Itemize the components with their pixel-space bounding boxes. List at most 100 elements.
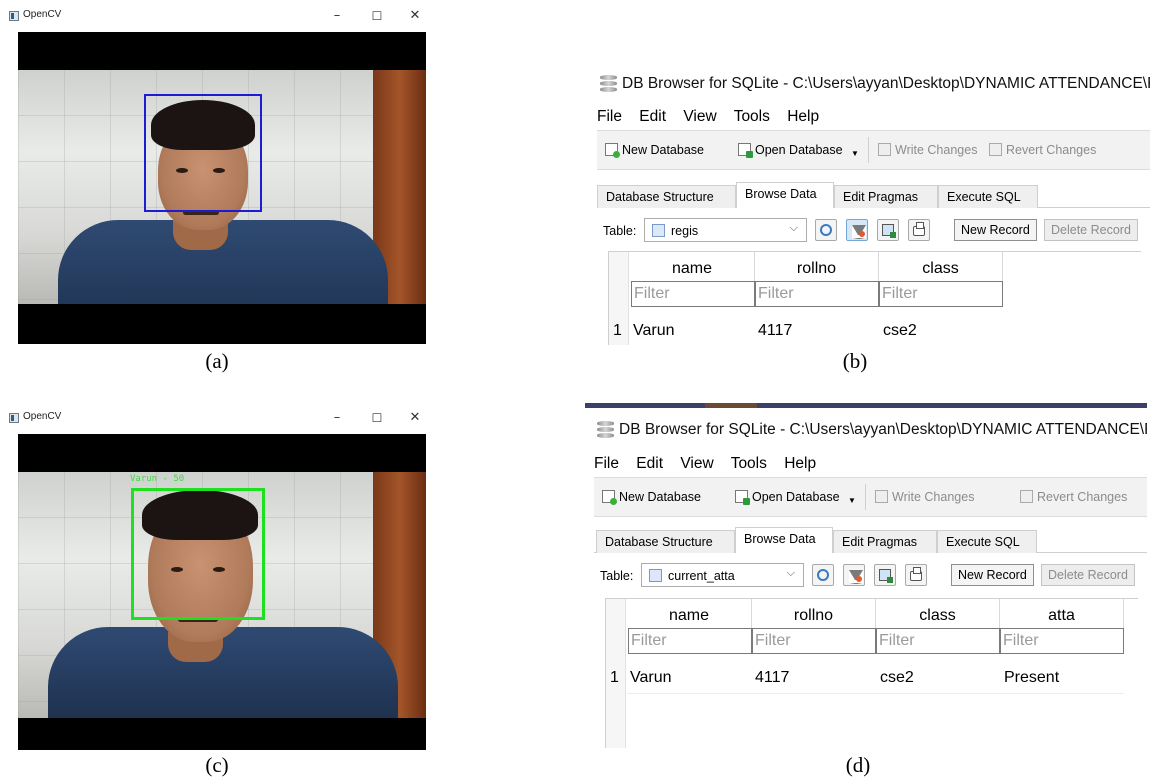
data-grid: name rollno class atta Filter Filter Fil… xyxy=(605,598,1138,748)
filter-clear-icon xyxy=(849,570,863,584)
filter-input[interactable]: Filter xyxy=(752,628,876,654)
write-changes-button[interactable]: Write Changes xyxy=(875,490,974,504)
menu-file[interactable]: File xyxy=(597,108,622,125)
row-number[interactable]: 1 xyxy=(613,322,622,340)
menu-edit[interactable]: Edit xyxy=(636,455,663,472)
open-database-icon xyxy=(738,143,753,158)
print-button[interactable] xyxy=(905,564,927,586)
table-label: Table: xyxy=(600,569,634,583)
maximize-icon[interactable]: ☐ xyxy=(367,6,387,26)
export-button[interactable] xyxy=(874,564,896,586)
menu-view[interactable]: View xyxy=(680,455,713,472)
filter-input[interactable]: Filter xyxy=(755,281,879,307)
tab-browse-data[interactable]: Browse Data xyxy=(736,182,834,208)
menu-help[interactable]: Help xyxy=(784,455,816,472)
open-database-button[interactable]: Open Database xyxy=(735,490,840,505)
table-label: Table: xyxy=(603,224,637,238)
new-database-button[interactable]: New Database xyxy=(605,143,704,158)
filter-input[interactable]: Filter xyxy=(876,628,1000,654)
close-icon[interactable]: ✕ xyxy=(405,408,425,428)
write-changes-button[interactable]: Write Changes xyxy=(878,143,977,157)
tab-database-structure[interactable]: Database Structure xyxy=(596,530,735,553)
tab-execute-sql[interactable]: Execute SQL xyxy=(938,185,1038,208)
filter-input[interactable]: Filter xyxy=(628,628,752,654)
menu-view[interactable]: View xyxy=(683,108,716,125)
open-database-dropdown-icon[interactable]: ▼ xyxy=(848,496,856,505)
tab-edit-pragmas[interactable]: Edit Pragmas xyxy=(834,185,938,208)
write-changes-label: Write Changes xyxy=(895,143,978,157)
column-header[interactable]: class xyxy=(879,252,1003,282)
print-button[interactable] xyxy=(908,219,930,241)
opencv-app-icon xyxy=(9,413,19,423)
clear-filters-button[interactable] xyxy=(843,564,865,586)
refresh-button[interactable] xyxy=(815,219,837,241)
open-database-dropdown-icon[interactable]: ▼ xyxy=(851,149,859,158)
menu-tools[interactable]: Tools xyxy=(734,108,770,125)
column-header[interactable]: rollno xyxy=(752,599,876,629)
window-titlebar[interactable]: OpenCV – ☐ ✕ xyxy=(9,0,427,30)
table-cell[interactable]: 4117 xyxy=(755,669,789,687)
column-header[interactable]: name xyxy=(627,599,752,629)
tab-browse-data[interactable]: Browse Data xyxy=(735,527,833,553)
new-record-button[interactable]: New Record xyxy=(954,219,1037,241)
table-cell[interactable]: cse2 xyxy=(883,322,917,340)
open-database-icon xyxy=(735,490,750,505)
toolbar: New Database Open Database ▼ Write Chang… xyxy=(594,477,1147,517)
delete-record-button[interactable]: Delete Record xyxy=(1041,564,1135,586)
window-title: OpenCV xyxy=(23,411,62,422)
column-header[interactable]: class xyxy=(876,599,1000,629)
clear-filters-button[interactable] xyxy=(846,219,868,241)
table-cell[interactable]: cse2 xyxy=(880,669,914,687)
column-header[interactable]: atta xyxy=(1000,599,1124,629)
database-icon xyxy=(597,421,614,438)
menu-file[interactable]: File xyxy=(594,455,619,472)
tab-database-structure[interactable]: Database Structure xyxy=(597,185,736,208)
tab-edit-pragmas[interactable]: Edit Pragmas xyxy=(833,530,937,553)
revert-changes-label: Revert Changes xyxy=(1006,143,1097,157)
menu-edit[interactable]: Edit xyxy=(639,108,666,125)
table-cell[interactable]: 4117 xyxy=(758,322,792,340)
caption-c: (c) xyxy=(205,753,229,777)
filter-input[interactable]: Filter xyxy=(631,281,755,307)
menu-help[interactable]: Help xyxy=(787,108,819,125)
close-icon[interactable]: ✕ xyxy=(405,6,425,26)
revert-changes-button[interactable]: Revert Changes xyxy=(989,143,1096,157)
open-database-button[interactable]: Open Database xyxy=(738,143,843,158)
table-select-value: current_atta xyxy=(668,569,735,583)
export-button[interactable] xyxy=(877,219,899,241)
column-header[interactable]: name xyxy=(630,252,755,282)
face-recognition-box xyxy=(131,488,265,620)
table-cell[interactable]: Varun xyxy=(630,669,672,687)
table-cell[interactable]: Varun xyxy=(633,322,675,340)
window-titlebar[interactable]: OpenCV – ☐ ✕ xyxy=(9,402,427,432)
camera-frame xyxy=(18,32,426,344)
open-database-label: Open Database xyxy=(752,490,840,504)
row-number[interactable]: 1 xyxy=(610,669,619,687)
table-cell[interactable]: Present xyxy=(1004,669,1059,687)
db-browser-window-b: DB Browser for SQLite - C:\Users\ayyan\D… xyxy=(588,63,1150,345)
refresh-button[interactable] xyxy=(812,564,834,586)
tab-execute-sql[interactable]: Execute SQL xyxy=(937,530,1037,553)
table-select[interactable]: regis ⌵ xyxy=(644,218,807,242)
window-title: DB Browser for SQLite - C:\Users\ayyan\D… xyxy=(619,421,1147,438)
revert-changes-icon xyxy=(1020,490,1033,503)
export-icon xyxy=(879,569,893,583)
menu-tools[interactable]: Tools xyxy=(731,455,767,472)
minimize-icon[interactable]: – xyxy=(327,408,347,428)
write-changes-label: Write Changes xyxy=(892,490,975,504)
printer-icon xyxy=(910,567,922,581)
minimize-icon[interactable]: – xyxy=(327,6,347,26)
delete-record-button[interactable]: Delete Record xyxy=(1044,219,1138,241)
maximize-icon[interactable]: ☐ xyxy=(367,408,387,428)
opencv-window-c: OpenCV – ☐ ✕ Varun - 50 xyxy=(9,402,427,750)
new-database-button[interactable]: New Database xyxy=(602,490,701,505)
new-record-button[interactable]: New Record xyxy=(951,564,1034,586)
revert-changes-button[interactable]: Revert Changes xyxy=(1020,490,1127,504)
filter-input[interactable]: Filter xyxy=(1000,628,1124,654)
column-header[interactable]: rollno xyxy=(755,252,879,282)
chevron-down-icon: ⌵ xyxy=(786,567,795,579)
db-browser-window-d: DB Browser for SQLite - C:\Users\ayyan\D… xyxy=(585,403,1147,748)
table-selector-row: Table: current_atta ⌵ New Record Delete … xyxy=(594,563,1147,589)
table-select[interactable]: current_atta ⌵ xyxy=(641,563,804,587)
filter-input[interactable]: Filter xyxy=(879,281,1003,307)
